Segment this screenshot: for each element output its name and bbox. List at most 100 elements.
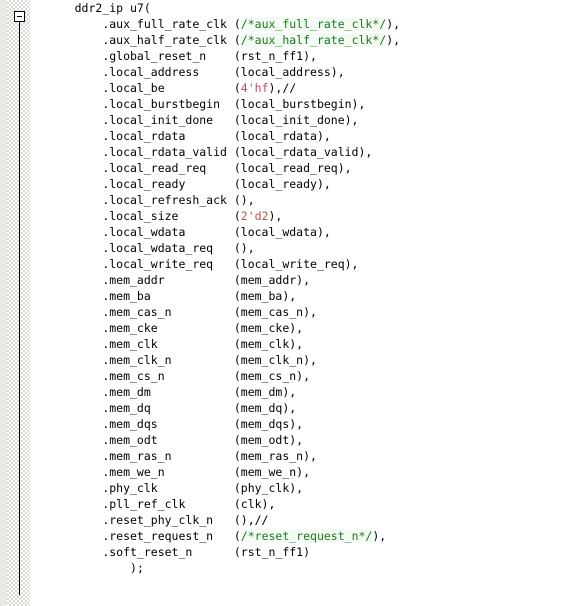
code-token-default: .mem_cs_n (mem_cs_n), [102,369,311,383]
code-line[interactable]: .aux_half_rate_clk (/*aux_half_rate_clk*… [40,32,574,48]
code-line[interactable]: .aux_full_rate_clk (/*aux_full_rate_clk*… [40,16,574,32]
code-line[interactable]: .mem_dqs (mem_dqs), [40,416,574,432]
code-token-default: .local_address (local_address), [102,65,345,79]
code-token-default: ), [386,33,401,47]
code-line[interactable]: .local_address (local_address), [40,64,574,80]
code-line[interactable]: .local_rdata (local_rdata), [40,128,574,144]
code-token-default: .aux_full_rate_clk ( [102,17,241,31]
code-line[interactable]: .local_burstbegin (local_burstbegin), [40,96,574,112]
code-line[interactable]: .mem_odt (mem_odt), [40,432,574,448]
code-token-default: .local_write_req (local_write_req), [102,257,359,271]
code-line[interactable]: .pll_ref_clk (clk), [40,496,574,512]
code-line[interactable]: .global_reset_n (rst_n_ff1), [40,48,574,64]
code-line[interactable]: .local_ready (local_ready), [40,176,574,192]
code-token-default: .local_wdata_req (), [102,241,255,255]
code-line[interactable]: .mem_cke (mem_cke), [40,320,574,336]
code-token-default: .reset_phy_clk_n (),// [102,513,269,527]
code-token-default: .local_rdata (local_rdata), [102,129,331,143]
code-line[interactable]: .mem_dm (mem_dm), [40,384,574,400]
code-line[interactable]: .local_rdata_valid (local_rdata_valid), [40,144,574,160]
code-token-default: .pll_ref_clk (clk), [102,497,276,511]
code-token-default: .reset_request_n ( [102,529,241,543]
code-line[interactable]: .phy_clk (phy_clk), [40,480,574,496]
code-line[interactable]: .mem_clk (mem_clk), [40,336,574,352]
code-line[interactable]: .local_be (4'hf),// [40,80,574,96]
code-line[interactable]: .local_write_req (local_write_req), [40,256,574,272]
code-line[interactable]: .local_refresh_ack (), [40,192,574,208]
code-content[interactable]: ddr2_ip u7( .aux_full_rate_clk (/*aux_fu… [40,0,574,606]
code-line[interactable]: .local_init_done (local_init_done), [40,112,574,128]
code-fold-collapse-icon[interactable] [14,11,25,22]
code-token-default: ), [372,529,387,543]
code-editor[interactable]: ddr2_ip u7( .aux_full_rate_clk (/*aux_fu… [0,0,574,606]
code-token-default: .mem_ras_n (mem_ras_n), [102,449,317,463]
code-line[interactable]: .mem_ras_n (mem_ras_n), [40,448,574,464]
code-token-default: ), [268,209,283,223]
code-token-default: .local_wdata (local_wdata), [102,225,331,239]
code-token-default: ),// [268,81,297,95]
code-token-default: ddr2_ip u7( [74,1,151,15]
code-token-default: .mem_dqs (mem_dqs), [102,417,304,431]
code-line[interactable]: .mem_cas_n (mem_cas_n), [40,304,574,320]
code-token-default: .soft_reset_n (rst_n_ff1) [102,545,311,559]
code-token-default: .local_ready (local_ready), [102,177,331,191]
code-line[interactable]: .local_read_req (local_read_req), [40,160,574,176]
code-line[interactable]: .mem_cs_n (mem_cs_n), [40,368,574,384]
code-token-default: .aux_half_rate_clk ( [102,33,241,47]
code-line[interactable]: .local_wdata_req (), [40,240,574,256]
code-token-comment: /*reset_request_n*/ [240,529,373,543]
code-line[interactable]: .mem_we_n (mem_we_n), [40,464,574,480]
code-token-default: .phy_clk (phy_clk), [102,481,304,495]
code-line[interactable]: .mem_dq (mem_dq), [40,400,574,416]
code-line[interactable]: .mem_clk_n (mem_clk_n), [40,352,574,368]
code-line[interactable]: .local_wdata (local_wdata), [40,224,574,240]
gutter-edge-strip [30,0,40,606]
code-line[interactable]: .reset_request_n (/*reset_request_n*/), [40,528,574,544]
code-line[interactable]: .soft_reset_n (rst_n_ff1) [40,544,574,560]
code-line[interactable]: .mem_ba (mem_ba), [40,288,574,304]
code-token-default: ); [130,561,144,575]
code-line[interactable]: .local_size (2'd2), [40,208,574,224]
code-line[interactable]: .mem_addr (mem_addr), [40,272,574,288]
code-token-default: .local_read_req (local_read_req), [102,161,352,175]
code-token-default: .mem_clk_n (mem_clk_n), [102,353,317,367]
code-token-default: .mem_clk (mem_clk), [102,337,304,351]
code-line[interactable]: ); [40,560,574,576]
code-line[interactable]: .reset_phy_clk_n (),// [40,512,574,528]
code-token-default: .mem_ba (mem_ba), [102,289,297,303]
code-token-default: .global_reset_n (rst_n_ff1), [102,49,317,63]
code-token-default: .local_init_done (local_init_done), [102,113,359,127]
code-token-default: .mem_dq (mem_dq), [102,401,297,415]
code-token-default: .mem_dm (mem_dm), [102,385,297,399]
code-token-default: .local_be ( [102,81,241,95]
code-token-default: .local_size ( [102,209,241,223]
code-line[interactable]: ddr2_ip u7( [40,0,574,16]
code-token-default: .mem_addr (mem_addr), [102,273,311,287]
